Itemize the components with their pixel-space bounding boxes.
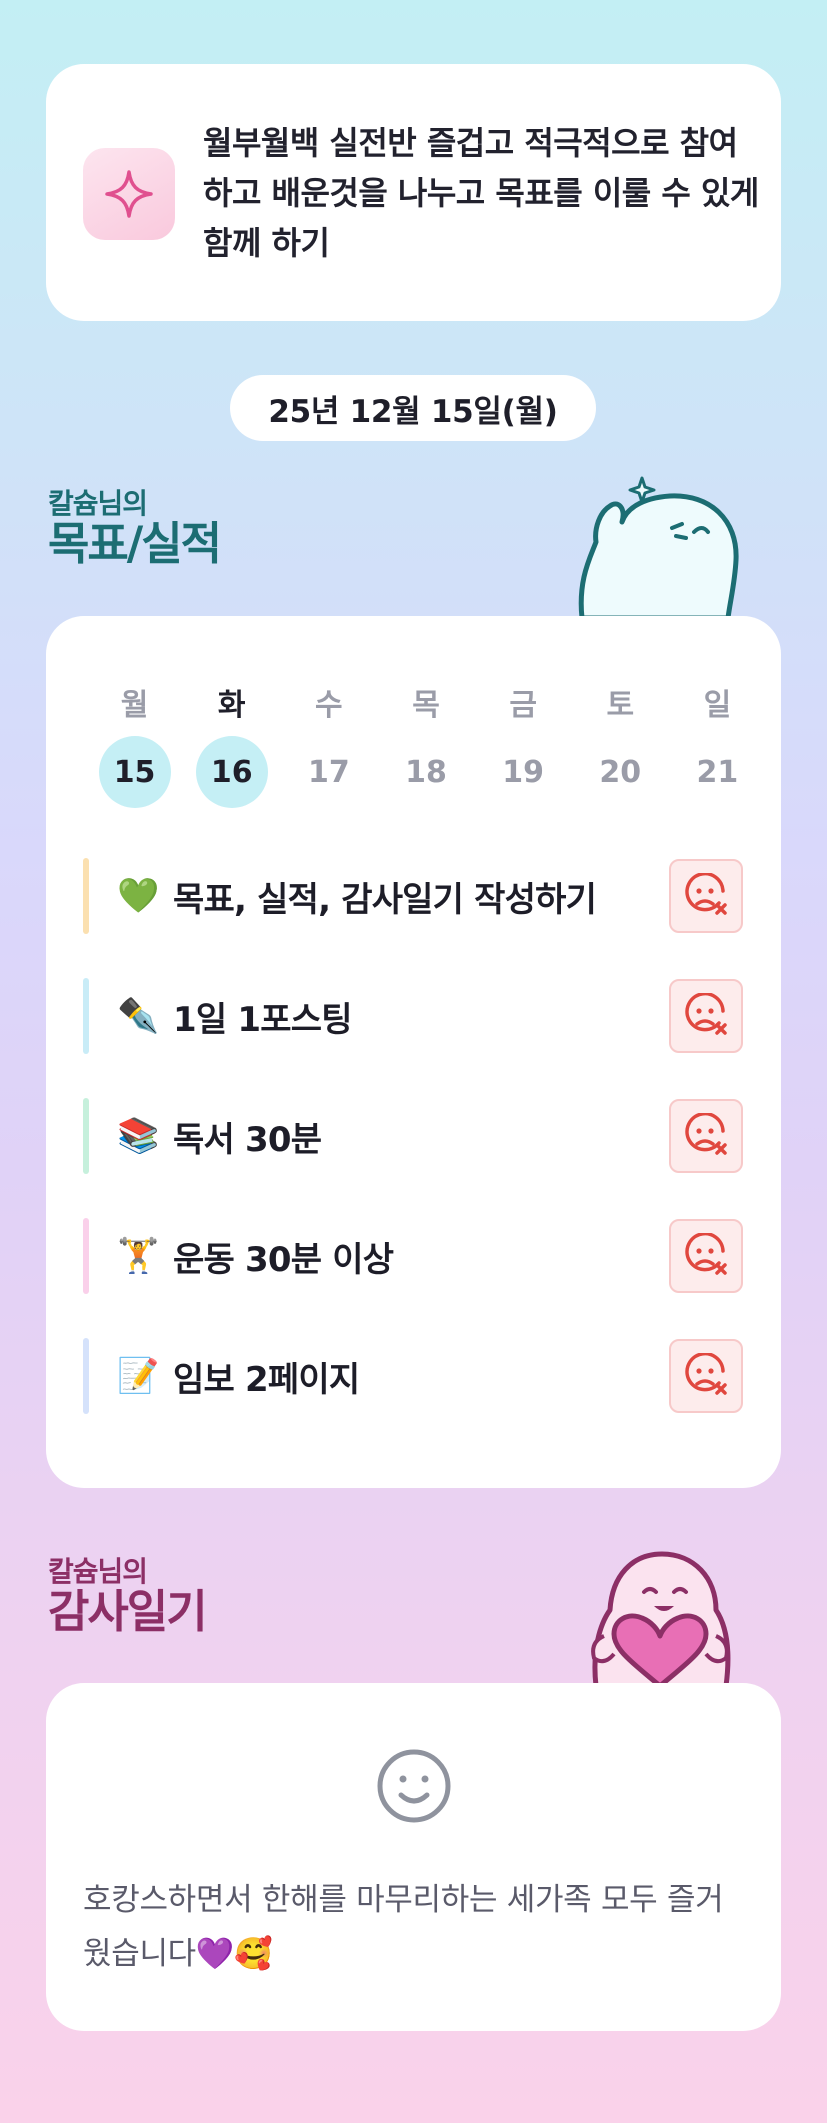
sad-face-x-icon[interactable] bbox=[669, 1339, 743, 1413]
sad-face-x-icon[interactable] bbox=[669, 859, 743, 933]
task-label: 독서 30분 bbox=[173, 1119, 322, 1160]
task-item[interactable]: 🏋️ 운동 30분 이상 bbox=[83, 1218, 743, 1294]
task-label: 운동 30분 이상 bbox=[173, 1239, 394, 1280]
goal-section-header: 칼슘님의 목표/실적 bbox=[48, 487, 222, 570]
sad-face-x-icon[interactable] bbox=[669, 1099, 743, 1173]
smile-icon bbox=[377, 1749, 451, 1823]
date-button[interactable]: 20 bbox=[584, 736, 656, 808]
date-pill[interactable]: 25년 12월 15일(월) bbox=[230, 375, 596, 441]
task-item[interactable]: 💚 목표, 실적, 감사일기 작성하기 bbox=[83, 858, 743, 934]
weekday-labels: 월 화 수 목 금 토 일 bbox=[86, 680, 766, 724]
task-emoji: ✒️ bbox=[117, 996, 160, 1036]
gratitude-owner-label: 칼슘님의 bbox=[48, 1555, 148, 1588]
sparkle-icon bbox=[83, 148, 175, 240]
task-item[interactable]: 📚 독서 30분 bbox=[83, 1098, 743, 1174]
date-button[interactable]: 15 bbox=[98, 736, 171, 808]
weekday-label: 일 bbox=[703, 688, 732, 723]
task-emoji: 🏋️ bbox=[117, 1236, 160, 1276]
date-button[interactable]: 19 bbox=[487, 736, 559, 808]
task-emoji: 📚 bbox=[117, 1116, 160, 1156]
goal-owner-label: 칼슘님의 bbox=[48, 487, 148, 520]
gratitude-card: 호캉스하면서 한해를 마무리하는 세가족 모두 즐거웠습니다💜🥰 bbox=[46, 1683, 781, 2031]
gratitude-section-title: 감사일기 bbox=[48, 1585, 208, 1638]
sad-face-x-icon[interactable] bbox=[669, 979, 743, 1053]
pink-heart-mascot-icon bbox=[591, 1551, 731, 1686]
task-label: 목표, 실적, 감사일기 작성하기 bbox=[173, 879, 597, 920]
motto-card: 월부월백 실전반 즐겁고 적극적으로 참여하고 배운것을 나누고 목표를 이룰 … bbox=[46, 64, 781, 321]
date-button[interactable]: 18 bbox=[390, 736, 462, 808]
motto-text: 월부월백 실전반 즐겁고 적극적으로 참여하고 배운것을 나누고 목표를 이룰 … bbox=[203, 124, 759, 262]
week-dates: 15 16 17 18 19 20 21 bbox=[86, 736, 766, 808]
weekday-label: 수 bbox=[315, 688, 343, 723]
task-emoji: 📝 bbox=[117, 1356, 160, 1396]
task-label: 임보 2페이지 bbox=[173, 1359, 360, 1400]
weekday-label: 토 bbox=[606, 688, 635, 723]
task-color-bar bbox=[83, 978, 89, 1054]
gratitude-text: 호캉스하면서 한해를 마무리하는 세가족 모두 즐거웠습니다💜🥰 bbox=[83, 1882, 724, 1972]
date-button[interactable]: 16 bbox=[195, 736, 268, 808]
task-color-bar bbox=[83, 858, 89, 934]
weekday-label: 화 bbox=[217, 688, 246, 723]
task-emoji: 💚 bbox=[117, 876, 160, 916]
task-label: 1일 1포스팅 bbox=[173, 999, 352, 1040]
task-item[interactable]: ✒️ 1일 1포스팅 bbox=[83, 978, 743, 1054]
task-color-bar bbox=[83, 1098, 89, 1174]
sad-face-x-icon[interactable] bbox=[669, 1219, 743, 1293]
date-button[interactable]: 17 bbox=[293, 736, 365, 808]
weekday-label: 금 bbox=[509, 688, 537, 723]
task-color-bar bbox=[83, 1218, 89, 1294]
weekday-label: 목 bbox=[412, 688, 440, 723]
mint-mascot-icon bbox=[578, 476, 739, 620]
goals-card: 월 화 수 목 금 토 일 15 16 17 18 19 20 21 💚 목표,… bbox=[46, 616, 781, 1488]
task-color-bar bbox=[83, 1338, 89, 1414]
goal-section-title: 목표/실적 bbox=[48, 517, 222, 570]
date-button[interactable]: 21 bbox=[681, 736, 753, 808]
task-item[interactable]: 📝 임보 2페이지 bbox=[83, 1338, 743, 1414]
gratitude-section-header: 칼슘님의 감사일기 bbox=[48, 1555, 208, 1638]
weekday-label: 월 bbox=[120, 688, 149, 723]
